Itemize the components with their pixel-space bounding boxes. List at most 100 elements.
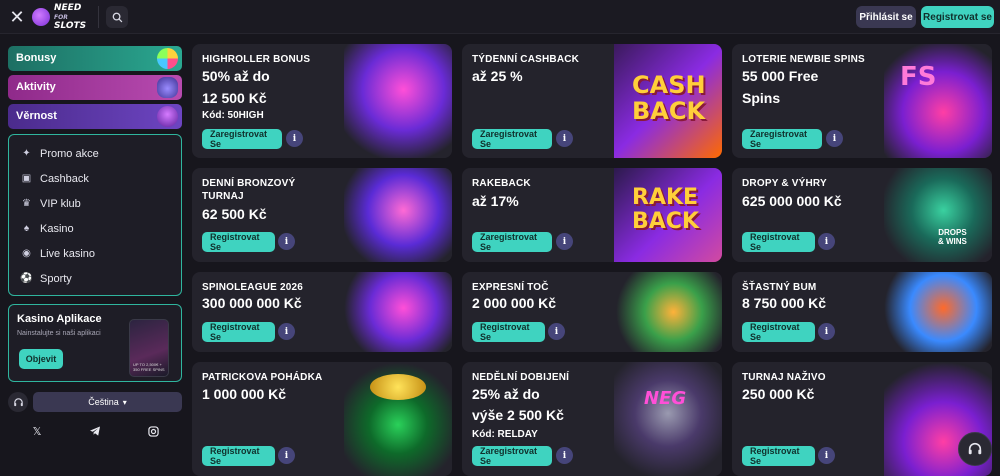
sidebar-item-vip[interactable]: ♛ VIP klub xyxy=(9,191,181,216)
art-text: BACK xyxy=(632,209,699,234)
promo-card[interactable]: RAKE BACK RAKEBACK až 17% Zaregistrovat S… xyxy=(462,168,722,262)
info-icon[interactable]: i xyxy=(556,130,573,147)
sidebar-footer: Čeština ▾ xyxy=(8,392,182,412)
promo-card[interactable]: NEG NEDĚLNÍ DOBIJENÍ 25% až do výše 2 50… xyxy=(462,362,722,476)
sidebar-item-promo[interactable]: ✦ Promo akce xyxy=(9,141,181,166)
card-cta-button[interactable]: Registrovat Se xyxy=(742,446,815,466)
sidebar-menu: ✦ Promo akce ▣ Cashback ♛ VIP klub ♠ Kasino … xyxy=(8,134,182,296)
search-button[interactable] xyxy=(106,6,128,28)
card-cta-button[interactable]: Registrovat Se xyxy=(742,322,815,342)
crown-icon: ♛ xyxy=(22,198,31,209)
card-code: Kód: 50HIGH xyxy=(202,110,264,121)
card-cta-button[interactable]: Zaregistrovat Se xyxy=(472,446,552,466)
promo-card[interactable]: FS LOTERIE NEWBIE SPINS 55 000 Free Spin… xyxy=(732,44,992,158)
search-icon xyxy=(112,12,122,22)
drops-art: DROPS & WINS xyxy=(884,168,992,262)
card-amount: až 25 % xyxy=(472,68,523,84)
card-cta-button[interactable]: Zaregistrovat Se xyxy=(472,232,552,252)
card-amount: výše 2 500 Kč xyxy=(472,407,564,423)
sidebar-item-live-kasino[interactable]: ◉ Live kasino xyxy=(9,241,181,266)
login-button[interactable]: Přihlásit se xyxy=(856,6,916,28)
card-title-line-2: TURNAJ xyxy=(202,191,244,202)
card-title: TURNAJ NAŽIVO xyxy=(742,372,826,383)
telegram-icon[interactable] xyxy=(88,424,102,438)
cashback-art: CASH BACK xyxy=(614,44,722,158)
sidebar: Bonusy Aktivity Věrnost ✦ Promo akce ▣ Cas… xyxy=(8,46,182,382)
logo-text-bottom: SLOTS xyxy=(54,20,87,31)
info-icon[interactable]: i xyxy=(286,130,303,147)
spinoleague-art xyxy=(344,272,452,352)
card-amount: až 17% xyxy=(472,193,519,209)
language-label: Čeština xyxy=(88,397,119,407)
promo-card[interactable]: CASH BACK TÝDENNÍ CASHBACK až 25 % Zaregi… xyxy=(462,44,722,158)
sidebar-item-kasino[interactable]: ♠ Kasino xyxy=(9,216,181,241)
info-icon[interactable]: i xyxy=(556,233,573,250)
promo-card[interactable]: EXPRESNÍ TOČ 2 000 000 Kč Registrovat Se… xyxy=(462,272,722,352)
close-icon[interactable]: ✕ xyxy=(8,8,26,26)
info-icon[interactable]: i xyxy=(548,323,565,340)
instagram-icon[interactable] xyxy=(146,424,160,438)
headset-button[interactable] xyxy=(8,392,28,412)
art-text: CASH xyxy=(632,71,706,99)
sidebar-category-bonusy[interactable]: Bonusy xyxy=(8,46,182,71)
promo-card[interactable]: SPINOLEAGUE 2026 300 000 000 Kč Registro… xyxy=(192,272,452,352)
sidebar-category-aktivity[interactable]: Aktivity xyxy=(8,75,182,100)
promo-card[interactable]: DENNÍ BRONZOVÝ TURNAJ 62 500 Kč Registro… xyxy=(192,168,452,262)
logo[interactable]: NEED FOR SLOTS xyxy=(32,2,87,31)
chevron-down-icon: ▾ xyxy=(122,397,127,407)
trophy-icon xyxy=(157,106,178,127)
card-amount: 55 000 Free xyxy=(742,68,819,84)
category-label: Aktivity xyxy=(16,81,56,93)
promo-card[interactable]: ŠŤASTNÝ BUM 8 750 000 Kč Registrovat Se … xyxy=(732,272,992,352)
sidebar-item-sporty[interactable]: ⚽ Sporty xyxy=(9,266,181,291)
info-icon[interactable]: i xyxy=(278,447,295,464)
promo-card[interactable]: TURNAJ NAŽIVO 250 000 Kč Registrovat Se … xyxy=(732,362,992,476)
divider xyxy=(98,6,99,28)
promo-icon: ✦ xyxy=(22,148,31,159)
card-amount: 1 000 000 Kč xyxy=(202,386,287,402)
sidebar-item-cashback[interactable]: ▣ Cashback xyxy=(9,166,181,191)
promo-card[interactable]: PATRICKOVA POHÁDKA 1 000 000 Kč Registro… xyxy=(192,362,452,476)
card-amount: 2 000 000 Kč xyxy=(472,295,557,311)
discover-app-button[interactable]: Objevit xyxy=(19,349,63,369)
card-cta-button[interactable]: Registrovat Se xyxy=(202,446,275,466)
card-title: ŠŤASTNÝ BUM xyxy=(742,282,817,293)
art-text: BACK xyxy=(632,97,706,125)
phone-image: UP TO 2,500€ + 350 FREE SPINS xyxy=(129,319,169,377)
language-select[interactable]: Čeština ▾ xyxy=(33,392,182,412)
card-title: DENNÍ BRONZOVÝ xyxy=(202,178,296,189)
info-icon[interactable]: i xyxy=(826,130,843,147)
card-cta-button[interactable]: Zaregistrovat Se xyxy=(742,129,822,149)
x-icon[interactable]: 𝕏 xyxy=(30,424,44,438)
info-icon[interactable]: i xyxy=(278,323,295,340)
support-chat-button[interactable] xyxy=(958,432,992,466)
menu-label: VIP klub xyxy=(40,197,81,210)
menu-label: Cashback xyxy=(40,172,89,185)
card-cta-button[interactable]: Zaregistrovat Se xyxy=(472,129,552,149)
art-text: & WINS xyxy=(938,237,967,246)
info-icon[interactable]: i xyxy=(818,447,835,464)
promo-card[interactable]: HIGHROLLER BONUS 50% až do 12 500 Kč Kód… xyxy=(192,44,452,158)
menu-label: Promo akce xyxy=(40,147,99,160)
card-cta-button[interactable]: Zaregistrovat Se xyxy=(202,129,282,149)
card-amount: 50% až do xyxy=(202,68,270,84)
info-icon[interactable]: i xyxy=(818,233,835,250)
card-cta-button[interactable]: Registrovat Se xyxy=(742,232,815,252)
card-amount: 25% až do xyxy=(472,386,540,402)
info-icon[interactable]: i xyxy=(278,233,295,250)
cashback-icon: ▣ xyxy=(21,173,32,184)
promo-card[interactable]: DROPS & WINS DROPY & VÝHRY 625 000 000 Kč… xyxy=(732,168,992,262)
card-cta-button[interactable]: Registrovat Se xyxy=(202,232,275,252)
info-icon[interactable]: i xyxy=(818,323,835,340)
card-cta-button[interactable]: Registrovat Se xyxy=(202,322,275,342)
phone-text: UP TO 2,500€ + 350 FREE SPINS xyxy=(133,362,165,372)
register-button[interactable]: Registrovat se xyxy=(921,6,994,28)
card-cta-button[interactable]: Registrovat Se xyxy=(472,322,545,342)
live-icon: ◉ xyxy=(22,248,31,259)
sidebar-category-vernost[interactable]: Věrnost xyxy=(8,104,182,129)
logo-text-top: NEED xyxy=(54,2,82,13)
info-icon[interactable]: i xyxy=(556,447,573,464)
gamepad-icon xyxy=(157,77,178,98)
category-label: Věrnost xyxy=(16,110,57,122)
fs-art: FS xyxy=(884,44,992,158)
